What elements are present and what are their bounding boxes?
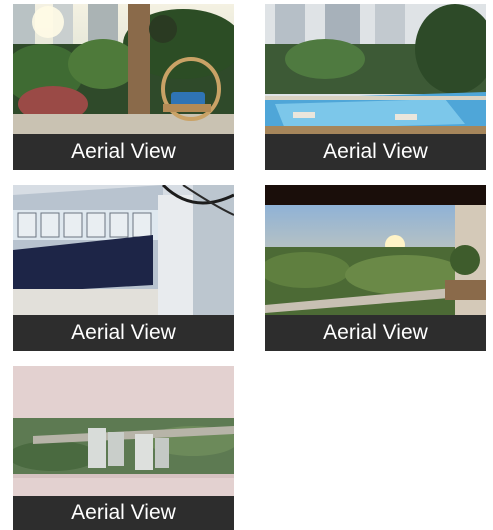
pool-courtyard-image — [265, 4, 486, 134]
gallery-caption: Aerial View — [13, 315, 234, 351]
gallery-caption: Aerial View — [13, 496, 234, 530]
gallery-item[interactable]: Aerial View — [13, 4, 234, 170]
gallery-item[interactable]: Aerial View — [13, 366, 234, 530]
gallery-caption: Aerial View — [13, 134, 234, 170]
gallery-item[interactable]: Aerial View — [265, 185, 486, 351]
gallery-caption: Aerial View — [265, 315, 486, 351]
building-facade-image — [13, 185, 234, 315]
gallery-caption: Aerial View — [265, 134, 486, 170]
balcony-sunset-image — [265, 185, 486, 315]
garden-lounge-image — [13, 4, 234, 134]
gallery-item[interactable]: Aerial View — [13, 185, 234, 351]
aerial-township-image — [13, 366, 234, 496]
gallery-item[interactable]: Aerial View — [265, 4, 486, 170]
